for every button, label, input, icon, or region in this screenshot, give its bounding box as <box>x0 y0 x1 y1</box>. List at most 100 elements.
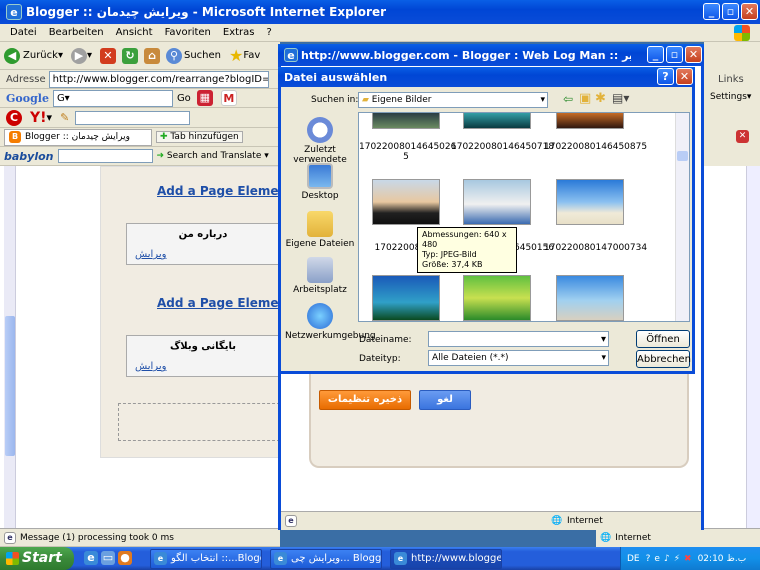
thumbnail[interactable] <box>556 179 624 225</box>
yahoo-c-icon[interactable]: C <box>6 109 22 126</box>
taskbar-item-popup[interactable]: e http://www.blogger.... <box>390 549 502 569</box>
back-folder-icon[interactable]: ⇦ <box>563 92 573 106</box>
tray-ie-icon[interactable]: e <box>654 554 660 564</box>
pencil-icon[interactable]: ✎ <box>60 111 69 124</box>
cancel-page-button[interactable]: لغو <box>419 390 471 410</box>
places-bar: Zuletzt verwendete D... Desktop Eigene D… <box>285 111 376 341</box>
place-desktop[interactable]: Desktop <box>285 163 355 201</box>
thumbnail[interactable] <box>372 113 440 129</box>
thumbnail[interactable] <box>463 275 531 321</box>
save-settings-button[interactable]: ذخیره تنظیمات <box>319 390 411 410</box>
popup-close-button[interactable]: ✕ <box>685 46 702 63</box>
menu-ansicht[interactable]: Ansicht <box>116 27 153 38</box>
widget-archive-edit[interactable]: ویرایش <box>135 361 166 372</box>
start-button[interactable]: Start <box>0 547 74 570</box>
widget-about-title: درباره من <box>178 229 228 240</box>
new-folder-icon[interactable]: ✱ <box>595 91 606 106</box>
file-label: 17022008014645026​5 <box>359 142 457 162</box>
menu-help[interactable]: ? <box>267 27 272 38</box>
thumbnail[interactable] <box>463 113 531 129</box>
language-indicator[interactable]: DE <box>627 554 640 564</box>
tray-antivirus-icon[interactable]: ✖ <box>684 554 692 564</box>
widget-about[interactable]: درباره من ویرایش <box>126 223 280 265</box>
forward-button[interactable]: ▶ ▾ <box>70 47 92 64</box>
up-folder-icon[interactable]: ▣ <box>579 91 591 106</box>
tray-volume-icon[interactable]: ♪ <box>664 554 670 564</box>
dialog-help-button[interactable]: ? <box>657 68 674 85</box>
menu-favoriten[interactable]: Favoriten <box>165 27 211 38</box>
dialog-titlebar[interactable]: Datei auswählen ? ✕ <box>278 67 695 87</box>
stop-icon[interactable]: ✕ <box>100 47 116 64</box>
google-search-input[interactable]: G▾ <box>52 89 173 107</box>
drop-zone[interactable] <box>118 403 280 441</box>
menu-datei[interactable]: Datei <box>10 27 37 38</box>
left-scrollbar[interactable] <box>4 166 16 528</box>
file-list[interactable]: 17022008014645026​5 170220080146450718 1… <box>358 112 690 322</box>
home-icon[interactable]: ⌂ <box>144 47 160 64</box>
thumbnail[interactable] <box>556 113 624 129</box>
minimize-button[interactable]: _ <box>703 3 720 20</box>
translate-button[interactable]: ➜ Search and Translate ▾ <box>157 151 269 161</box>
menu-extras[interactable]: Extras <box>223 27 255 38</box>
ie-titlebar[interactable]: e Blogger :: ویرایش چیدمان - Microsoft I… <box>0 0 760 24</box>
thumbnail[interactable] <box>463 179 531 225</box>
ie-content: Add a Page Element درباره من ویرایش Add … <box>0 166 293 528</box>
menu-bearbeiten[interactable]: Bearbeiten <box>49 27 104 38</box>
address-input[interactable]: http://www.blogger.com/rearrange?blogID=… <box>48 70 269 88</box>
popup-page-icon: e <box>285 515 297 527</box>
add-element-link-1[interactable]: Add a Page Element <box>157 184 293 198</box>
maximize-button[interactable]: ▫ <box>722 3 739 20</box>
popup-maximize-button[interactable]: ▫ <box>666 46 683 63</box>
taskbar-item-blogger-template[interactable]: e انتخاب الگو ::...Blogger <box>150 549 262 569</box>
yahoo-search-input[interactable] <box>75 110 191 125</box>
vertical-scrollbar[interactable] <box>746 166 760 530</box>
filename-input[interactable]: ▾ <box>428 331 609 347</box>
babylon-search-input[interactable] <box>57 149 153 163</box>
add-tab-button[interactable]: ✚ Tab hinzufügen <box>156 131 243 143</box>
lookin-select[interactable]: ▰ Eigene Bilder ▾ <box>358 92 548 108</box>
status-text: Message (1) processing took 0 ms <box>20 532 174 543</box>
quicklaunch-ie-icon[interactable]: e <box>84 551 98 565</box>
tab-blogger[interactable]: B Blogger :: ویرایش چیدمان <box>4 128 152 146</box>
open-button[interactable]: Öffnen <box>636 330 690 348</box>
thumbnail[interactable] <box>372 275 440 321</box>
search-button[interactable]: ⚲ Suchen <box>166 47 221 64</box>
toolbar-feature-icon[interactable]: ▦ <box>196 90 213 106</box>
thumbnail[interactable] <box>372 179 440 225</box>
thumbnail[interactable] <box>556 275 624 321</box>
tray-network-icon[interactable]: ⚡ <box>674 554 680 564</box>
filetype-select[interactable]: Alle Dateien (*.*) ▾ <box>428 350 609 366</box>
quicklaunch-desktop-icon[interactable]: ▭ <box>101 551 115 565</box>
refresh-icon[interactable]: ↻ <box>122 47 138 64</box>
tray-clock[interactable]: 02:10 <box>698 554 724 564</box>
popup-titlebar[interactable]: e http://www.blogger.com - Blogger : Web… <box>278 44 704 66</box>
cancel-button[interactable]: Abbrechen <box>636 350 691 368</box>
widget-about-edit[interactable]: ویرایش <box>135 249 166 260</box>
widget-archive[interactable]: بایگانی وبلاگ ویرایش <box>126 335 280 377</box>
tray-help-icon[interactable]: ? <box>646 554 651 564</box>
place-documents[interactable]: Eigene Dateien <box>285 211 355 249</box>
scroll-thumb[interactable] <box>5 316 15 456</box>
file-label: 170220080146450718 <box>451 142 555 152</box>
dialog-close-button[interactable]: ✕ <box>676 68 693 85</box>
babylon-toolbar: babylon ➜ Search and Translate ▾ <box>0 147 280 166</box>
gmail-icon[interactable]: M <box>220 90 237 106</box>
folder-icon: ▰ <box>362 95 369 105</box>
google-go-button[interactable]: Go <box>177 93 191 104</box>
add-element-link-2[interactable]: Add a Page Element <box>157 296 293 310</box>
favorites-button[interactable]: ★ Fav <box>229 46 260 65</box>
file-list-scroll-thumb[interactable] <box>677 151 688 161</box>
close-tab-icon[interactable]: ✕ <box>736 130 749 143</box>
popup-minimize-button[interactable]: _ <box>647 46 664 63</box>
view-menu-icon[interactable]: ▤▾ <box>612 91 629 105</box>
settings-label[interactable]: Settings▾ <box>710 92 751 102</box>
links-label[interactable]: Links <box>718 74 744 85</box>
popup-globe-icon: 🌐 <box>551 516 563 526</box>
file-list-scrollbar[interactable] <box>675 113 689 321</box>
taskbar-item-blogger-layout[interactable]: e ویرایش چی... Blogger :: <box>270 549 382 569</box>
close-button[interactable]: ✕ <box>741 3 758 20</box>
quicklaunch-app-icon[interactable]: ● <box>118 551 132 565</box>
place-network[interactable]: Netzwerkumgebung <box>285 303 376 341</box>
place-computer[interactable]: Arbeitsplatz <box>285 257 355 295</box>
back-button[interactable]: ◀ Zurück ▾ <box>4 47 63 64</box>
